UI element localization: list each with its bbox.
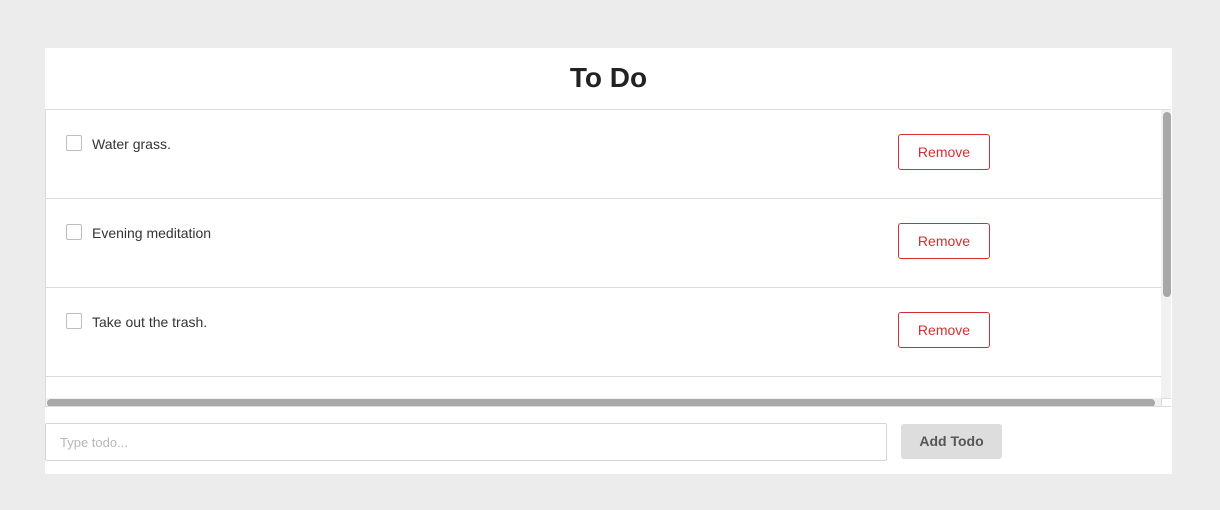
todo-text: Water grass. [92,136,171,152]
todo-text: Take out the trash. [92,314,208,330]
todo-input[interactable] [45,423,887,461]
todo-item: Water grass. Remove [46,110,1161,199]
remove-button[interactable]: Remove [898,223,990,259]
todo-item: Evening meditation Remove [46,199,1161,288]
remove-button[interactable]: Remove [898,134,990,170]
add-todo-button[interactable]: Add Todo [901,424,1002,459]
vertical-scrollbar[interactable] [1161,110,1171,398]
scrollbar-corner [1161,398,1171,406]
todo-item: Take out the trash. Remove [46,288,1161,377]
horizontal-scrollbar-thumb[interactable] [47,399,1155,406]
todo-checkbox[interactable] [66,135,82,151]
todo-text: Evening meditation [92,225,212,241]
todo-card: To Do Water grass. Remove Evening medita… [45,48,1172,474]
todo-checkbox[interactable] [66,224,82,240]
remove-button[interactable]: Remove [898,312,990,348]
todo-list-container[interactable]: Water grass. Remove Evening meditation R… [45,109,1171,407]
todo-checkbox[interactable] [66,313,82,329]
page-title: To Do [569,62,648,93]
todo-list: Water grass. Remove Evening meditation R… [46,110,1161,398]
horizontal-scrollbar[interactable] [46,398,1161,406]
vertical-scrollbar-thumb[interactable] [1163,112,1171,297]
